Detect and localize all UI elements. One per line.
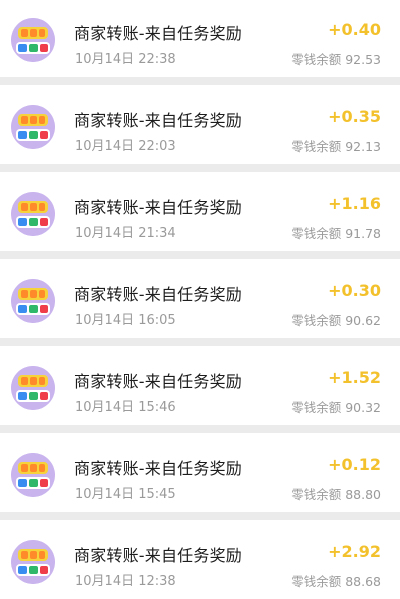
merchant-logo-icon [11, 105, 55, 149]
balance-value: 90.32 [345, 400, 381, 415]
transaction-title: 商家转账-来自任务奖励 [74, 459, 242, 478]
transaction-title: 商家转账-来自任务奖励 [74, 285, 242, 304]
transaction-row[interactable]: 商家转账-来自任务奖励 10月14日 22:38 +0.40 零钱余额 92.5… [0, 0, 400, 77]
balance-text: 零钱余额 91.78 [291, 223, 381, 242]
balance-label: 零钱余额 [291, 574, 342, 589]
transaction-row[interactable]: 商家转账-来自任务奖励 10月14日 16:05 +0.30 零钱余额 90.6… [0, 259, 400, 338]
merchant-logo-icon [11, 18, 55, 62]
balance-label: 零钱余额 [291, 139, 342, 154]
transaction-title: 商家转账-来自任务奖励 [74, 372, 242, 391]
transaction-title: 商家转账-来自任务奖励 [74, 111, 242, 130]
transaction-amount: +1.16 [328, 194, 381, 213]
transaction-time: 10月14日 12:38 [75, 574, 176, 589]
transaction-row[interactable]: 商家转账-来自任务奖励 10月14日 12:38 +2.92 零钱余额 88.6… [0, 520, 400, 599]
balance-text: 零钱余额 90.62 [291, 310, 381, 329]
balance-label: 零钱余额 [291, 487, 342, 502]
transaction-time: 10月14日 21:34 [75, 226, 176, 241]
transaction-amount: +0.12 [328, 455, 381, 474]
balance-value: 88.80 [345, 487, 381, 502]
transaction-title: 商家转账-来自任务奖励 [74, 24, 242, 43]
transaction-amount: +2.92 [328, 542, 381, 561]
balance-value: 90.62 [345, 313, 381, 328]
transaction-time: 10月14日 22:03 [75, 139, 176, 154]
transaction-row[interactable]: 商家转账-来自任务奖励 10月14日 15:46 +1.52 零钱余额 90.3… [0, 346, 400, 425]
balance-text: 零钱余额 88.80 [291, 484, 381, 503]
transaction-time: 10月14日 15:46 [75, 400, 176, 415]
transaction-title: 商家转账-来自任务奖励 [74, 198, 242, 217]
merchant-logo-icon [11, 453, 55, 497]
transaction-list: 商家转账-来自任务奖励 10月14日 22:38 +0.40 零钱余额 92.5… [0, 0, 400, 599]
merchant-logo-icon [11, 279, 55, 323]
balance-value: 92.53 [345, 52, 381, 67]
transaction-time: 10月14日 22:38 [75, 52, 176, 67]
transaction-amount: +0.40 [328, 20, 381, 39]
balance-value: 92.13 [345, 139, 381, 154]
balance-text: 零钱余额 88.68 [291, 571, 381, 590]
balance-value: 88.68 [345, 574, 381, 589]
balance-label: 零钱余额 [291, 400, 342, 415]
merchant-logo-icon [11, 540, 55, 584]
transaction-time: 10月14日 16:05 [75, 313, 176, 328]
balance-label: 零钱余额 [291, 313, 342, 328]
merchant-logo-icon [11, 366, 55, 410]
merchant-logo-icon [11, 192, 55, 236]
balance-text: 零钱余额 90.32 [291, 397, 381, 416]
transaction-title: 商家转账-来自任务奖励 [74, 546, 242, 565]
balance-text: 零钱余额 92.53 [291, 49, 381, 68]
transaction-row[interactable]: 商家转账-来自任务奖励 10月14日 15:45 +0.12 零钱余额 88.8… [0, 433, 400, 512]
balance-text: 零钱余额 92.13 [291, 136, 381, 155]
balance-label: 零钱余额 [291, 226, 342, 241]
transaction-time: 10月14日 15:45 [75, 487, 176, 502]
balance-label: 零钱余额 [291, 52, 342, 67]
transaction-amount: +0.35 [328, 107, 381, 126]
transaction-amount: +1.52 [328, 368, 381, 387]
transaction-row[interactable]: 商家转账-来自任务奖励 10月14日 22:03 +0.35 零钱余额 92.1… [0, 85, 400, 164]
transaction-row[interactable]: 商家转账-来自任务奖励 10月14日 21:34 +1.16 零钱余额 91.7… [0, 172, 400, 251]
balance-value: 91.78 [345, 226, 381, 241]
transaction-amount: +0.30 [328, 281, 381, 300]
